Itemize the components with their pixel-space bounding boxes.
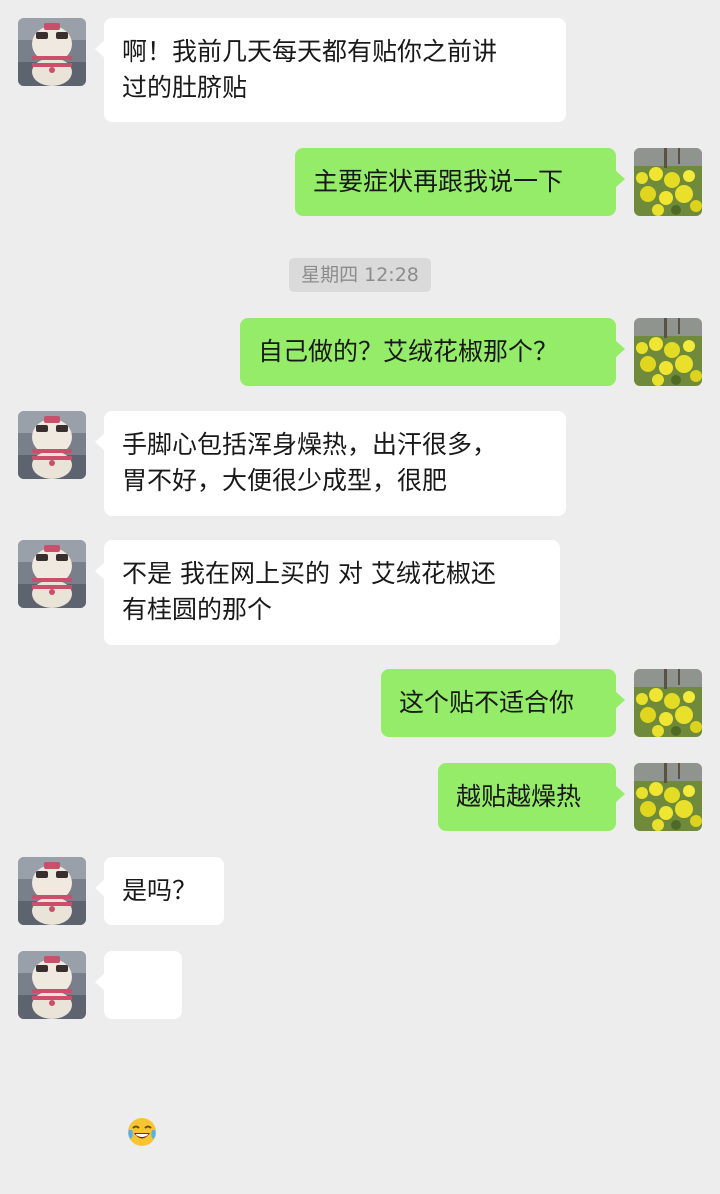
chat-window: 啊！我前几天每天都有贴你之前讲 过的肚脐贴 主要症状再跟我说一下 星期四 12:… [0,0,720,1146]
contact-avatar-icon[interactable] [18,411,86,479]
contact-avatar-icon[interactable] [18,540,86,608]
message-row: 啊！我前几天每天都有贴你之前讲 过的肚脐贴 [0,18,720,126]
message-row: 自己做的？艾绒花椒那个？ [0,318,720,386]
chat-timestamp: 星期四 12:28 [289,258,431,292]
message-row: 这个贴不适合你 [0,669,720,737]
contact-avatar-icon[interactable] [18,18,86,86]
incoming-message-bubble[interactable]: 不是 我在网上买的 对 艾绒花椒还 有桂圆的那个 [95,540,560,645]
self-avatar-icon[interactable] [634,763,702,831]
face-with-tears-of-joy-icon [126,1044,158,1146]
outgoing-message-bubble[interactable]: 主要症状再跟我说一下 [295,148,625,216]
outgoing-message-bubble[interactable]: 这个贴不适合你 [381,669,625,737]
message-row: 是吗？ [0,857,720,925]
self-avatar-icon[interactable] [634,148,702,216]
message-row: 不是 我在网上买的 对 艾绒花椒还 有桂圆的那个 [0,540,720,645]
self-avatar-icon[interactable] [634,669,702,737]
outgoing-message-bubble[interactable]: 越贴越燥热 [438,763,625,831]
outgoing-message-bubble[interactable]: 自己做的？艾绒花椒那个？ [240,318,625,386]
contact-avatar-icon[interactable] [18,951,86,1019]
message-row: 主要症状再跟我说一下 [0,148,720,216]
message-row: 手脚心包括浑身燥热，出汗很多， 胃不好，大便很少成型，很肥 [0,411,720,516]
self-avatar-icon[interactable] [634,318,702,386]
incoming-message-bubble[interactable]: 啊！我前几天每天都有贴你之前讲 过的肚脐贴 [95,18,566,122]
incoming-message-bubble[interactable]: 是吗？ [95,857,224,925]
incoming-message-bubble[interactable] [95,951,182,1146]
contact-avatar-icon[interactable] [18,857,86,925]
message-row [0,951,720,1146]
message-row: 越贴越燥热 [0,763,720,831]
incoming-message-bubble[interactable]: 手脚心包括浑身燥热，出汗很多， 胃不好，大便很少成型，很肥 [95,411,566,516]
